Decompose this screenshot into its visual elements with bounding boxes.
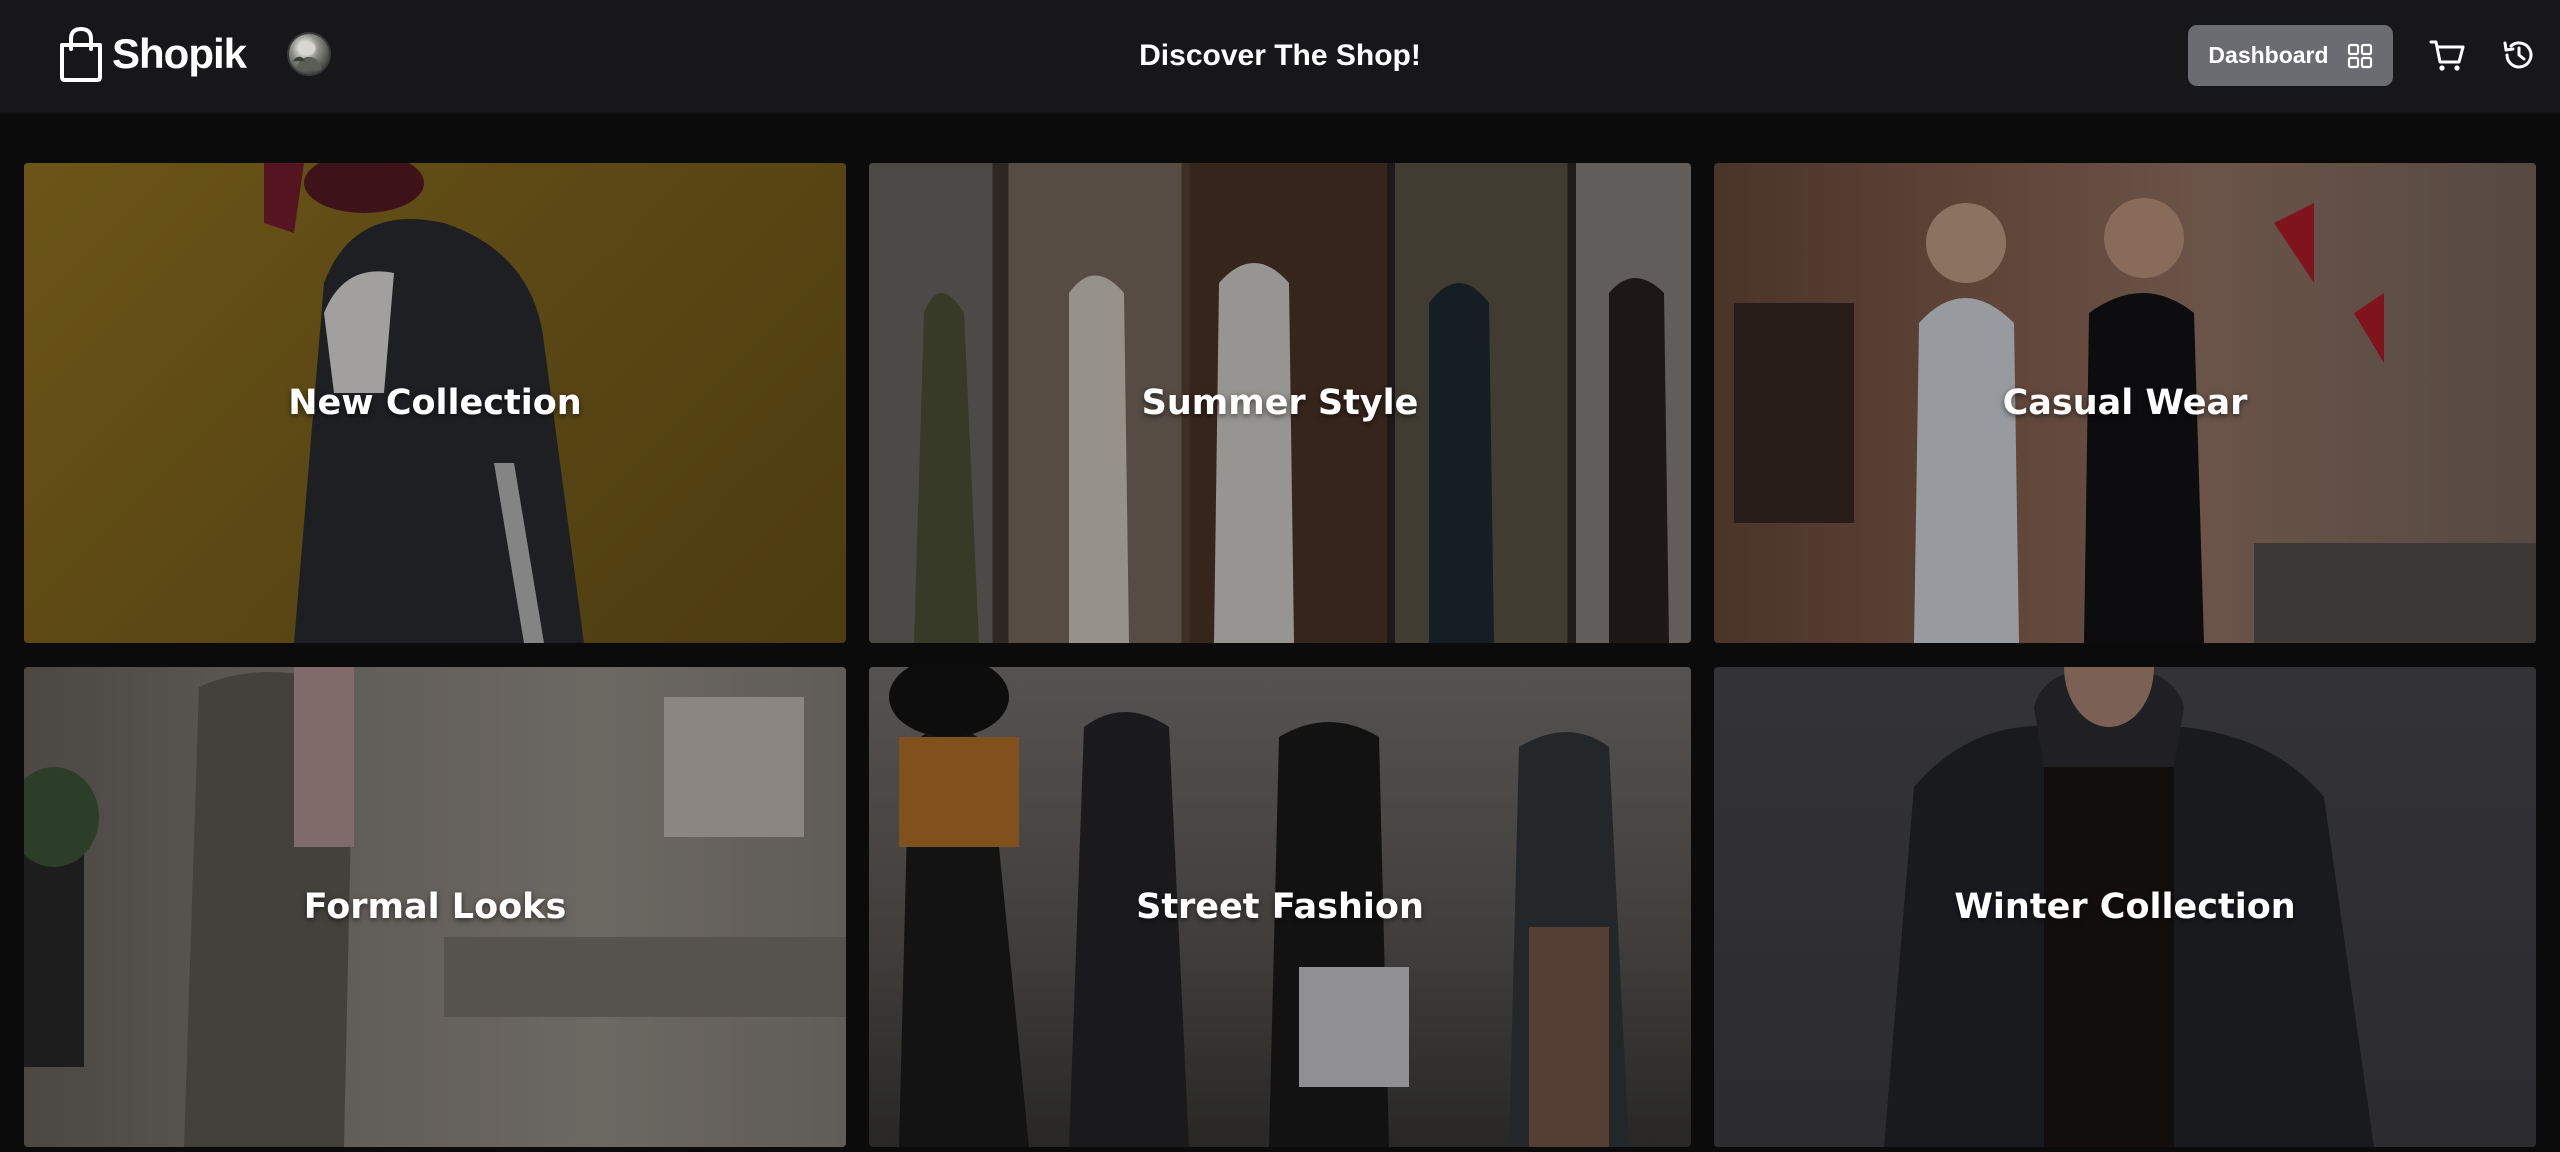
category-title: Summer Style: [1141, 383, 1419, 423]
category-tile-street-fashion[interactable]: Street Fashion: [869, 667, 1691, 1147]
category-title: Winter Collection: [1954, 887, 2296, 927]
category-tile-new-collection[interactable]: New Collection: [24, 163, 846, 643]
category-title: Formal Looks: [303, 887, 567, 927]
category-tile-summer-style[interactable]: Summer Style: [869, 163, 1691, 643]
page-title: Discover The Shop!: [1139, 39, 1421, 72]
cart-icon: [2429, 40, 2465, 71]
category-title: Street Fashion: [1136, 887, 1424, 927]
grid-icon: [2347, 43, 2372, 68]
category-title: Casual Wear: [2002, 383, 2248, 423]
cart-button[interactable]: [2428, 36, 2466, 74]
dashboard-button[interactable]: Dashboard: [2188, 25, 2393, 86]
top-header: Shopik Discover The Shop! Dashboard: [0, 0, 2560, 114]
category-tile-formal-looks[interactable]: Formal Looks: [24, 667, 846, 1147]
category-title: New Collection: [288, 383, 582, 423]
category-grid: New Collection Summer Style Casual Wear …: [24, 163, 2537, 1147]
category-tile-casual-wear[interactable]: Casual Wear: [1714, 163, 2536, 643]
history-icon: [2503, 41, 2533, 69]
history-button[interactable]: [2500, 36, 2538, 74]
dashboard-button-label: Dashboard: [2208, 42, 2329, 68]
category-tile-winter-collection[interactable]: Winter Collection: [1714, 667, 2536, 1147]
